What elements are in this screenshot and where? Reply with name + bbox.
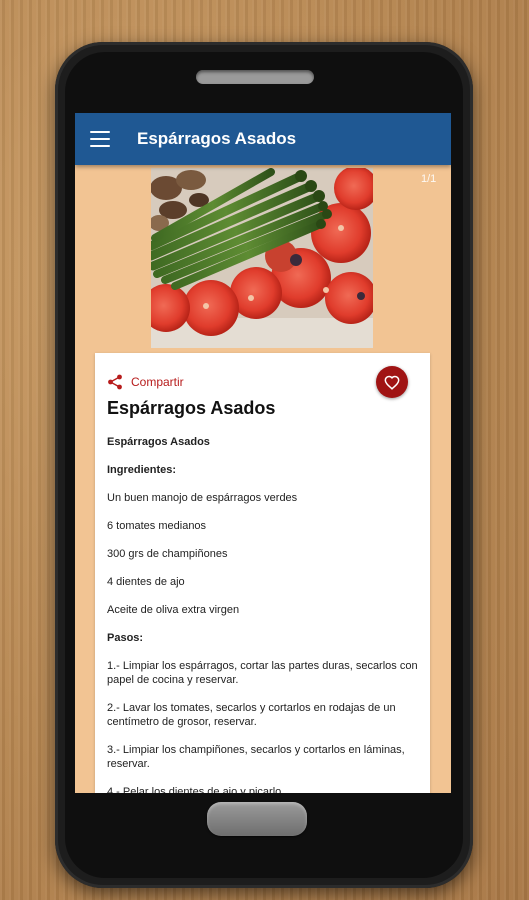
recipe-paragraph: Espárragos Asados — [107, 436, 210, 448]
app-bar: Espárragos Asados — [75, 113, 451, 165]
phone-home-button — [207, 802, 307, 836]
recipe-paragraph: 3.- Limpiar los champiñones, secarlos y … — [107, 744, 405, 770]
app-screen: Espárragos Asados 1/1 Compartir Espárrag… — [75, 113, 451, 793]
recipe-paragraph: 4.- Pelar los dientes de ajo y picarlo — [107, 786, 282, 793]
recipe-paragraph: 6 tomates medianos — [107, 520, 207, 532]
recipe-content: Espárragos Asados Ingredientes: Un buen ma… — [107, 435, 419, 793]
recipe-paragraph: Aceite de oliva extra virgen — [107, 604, 240, 616]
recipe-paragraph: Pasos: — [107, 632, 144, 644]
recipe-paragraph: 300 grs de champiñones — [107, 548, 228, 560]
recipe-card: Compartir Espárragos Asados Espárragos A… — [95, 353, 430, 793]
share-icon — [108, 374, 122, 390]
recipe-paragraph: 1.- Limpiar los espárragos, cortar las p… — [107, 660, 418, 686]
favorite-button[interactable] — [376, 366, 408, 398]
share-label: Compartir — [131, 375, 184, 389]
app-bar-title: Espárragos Asados — [137, 129, 297, 148]
recipe-paragraph: Ingredientes: — [107, 464, 177, 476]
share-button[interactable]: Compartir — [107, 373, 184, 391]
recipe-paragraph: 2.- Lavar los tomates, secarlos y cortar… — [107, 702, 396, 728]
hamburger-menu-icon[interactable] — [90, 131, 110, 147]
recipe-paragraph: Un buen manojo de espárragos verdes — [107, 492, 298, 504]
recipe-photo[interactable] — [151, 168, 373, 348]
phone-speaker — [196, 70, 314, 84]
recipe-paragraph: 4 dientes de ajo — [107, 576, 185, 588]
heart-outline-icon — [384, 375, 400, 390]
recipe-title: Espárragos Asados — [107, 398, 276, 418]
page-indicator: 1/1 — [421, 173, 437, 185]
